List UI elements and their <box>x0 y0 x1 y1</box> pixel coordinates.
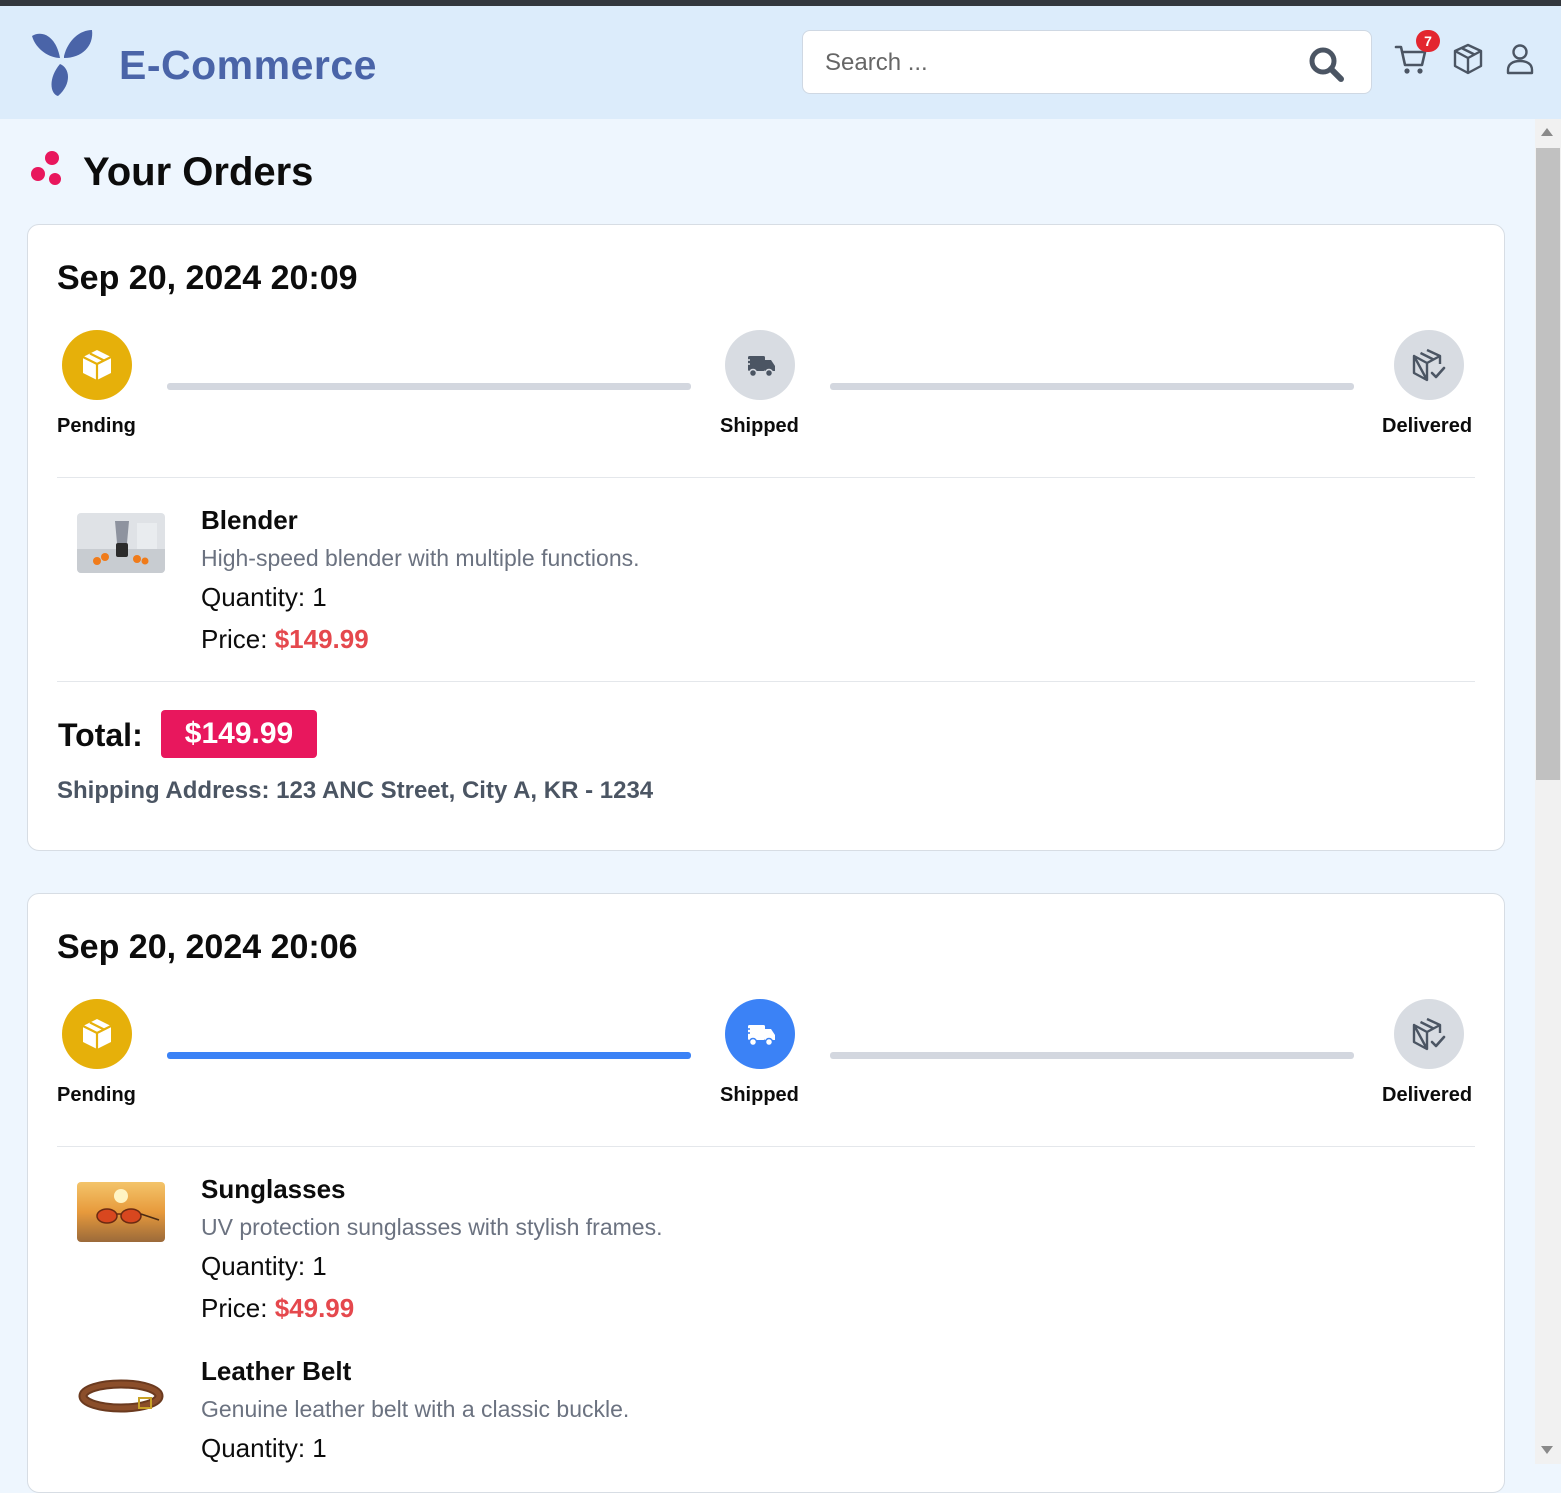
shipping-address: Shipping Address: 123 ANC Street, City A… <box>57 777 654 804</box>
item-description: UV protection sunglasses with stylish fr… <box>201 1214 663 1240</box>
scroll-up-arrow-icon[interactable] <box>1541 128 1553 136</box>
order-card: Sep 20, 2024 20:06 Pending Shipped Deliv… <box>27 893 1505 1493</box>
item-quantity: Quantity: 1 <box>201 582 327 612</box>
product-image-sunglasses[interactable] <box>77 1182 165 1242</box>
package-icon <box>82 1019 112 1049</box>
step-label-shipped: Shipped <box>720 1084 799 1106</box>
price-value: $49.99 <box>274 1293 355 1323</box>
step-shipped <box>725 330 795 400</box>
step-label-delivered: Delivered <box>1382 1084 1473 1106</box>
order-date: Sep 20, 2024 20:09 <box>57 259 358 297</box>
item-description: High-speed blender with multiple functio… <box>201 545 640 571</box>
page-title: Your Orders <box>83 150 314 194</box>
user-icon[interactable] <box>1503 42 1537 76</box>
order-card: Sep 20, 2024 20:09 Pending Shipped Deliv… <box>27 224 1505 851</box>
item-price: Price: $49.99 <box>201 1293 354 1324</box>
step-label-pending: Pending <box>57 415 136 437</box>
package-icon <box>82 350 112 380</box>
item-name[interactable]: Blender <box>201 505 298 536</box>
order-date: Sep 20, 2024 20:06 <box>57 928 358 966</box>
site-header: E-Commerce 7 <box>0 6 1561 119</box>
divider <box>57 681 1475 682</box>
search-input[interactable] <box>823 31 1297 95</box>
step-label-delivered: Delivered <box>1382 415 1473 437</box>
total-badge: $149.99 <box>161 710 317 758</box>
price-label: Price: <box>201 624 275 654</box>
price-label: Price: <box>201 1293 275 1323</box>
search-icon[interactable] <box>1307 45 1345 83</box>
brand-name[interactable]: E-Commerce <box>119 42 377 89</box>
orders-dots-icon <box>31 151 61 185</box>
item-price: Price: $149.99 <box>201 624 369 655</box>
step-connector-1 <box>167 1052 691 1059</box>
package-check-icon <box>1412 348 1446 382</box>
step-connector-2 <box>830 383 1354 390</box>
divider <box>57 477 1475 478</box>
truck-icon <box>743 1025 775 1047</box>
item-quantity: Quantity: 1 <box>201 1251 327 1281</box>
step-delivered <box>1394 999 1464 1069</box>
price-value: $149.99 <box>274 624 369 654</box>
step-shipped <box>725 999 795 1069</box>
step-label-pending: Pending <box>57 1084 136 1106</box>
step-label-shipped: Shipped <box>720 415 799 437</box>
step-connector-1 <box>167 383 691 390</box>
package-icon[interactable] <box>1451 42 1485 76</box>
total-label: Total: <box>58 717 143 753</box>
package-check-icon <box>1412 1017 1446 1051</box>
product-image-blender[interactable] <box>77 513 165 573</box>
step-delivered <box>1394 330 1464 400</box>
item-description: Genuine leather belt with a classic buck… <box>201 1396 630 1422</box>
truck-icon <box>743 356 775 378</box>
step-connector-2 <box>830 1052 1354 1059</box>
divider <box>57 1146 1475 1147</box>
product-image-leather-belt[interactable] <box>77 1364 165 1424</box>
scroll-down-arrow-icon[interactable] <box>1541 1446 1553 1454</box>
scrollbar-thumb[interactable] <box>1536 148 1560 780</box>
step-pending <box>62 999 132 1069</box>
search-bar <box>802 30 1372 95</box>
step-pending <box>62 330 132 400</box>
butterfly-logo-icon[interactable] <box>28 28 96 98</box>
cart-count-badge: 7 <box>1416 30 1440 52</box>
item-name[interactable]: Sunglasses <box>201 1174 346 1205</box>
item-quantity: Quantity: 1 <box>201 1433 327 1463</box>
item-name[interactable]: Leather Belt <box>201 1356 351 1387</box>
